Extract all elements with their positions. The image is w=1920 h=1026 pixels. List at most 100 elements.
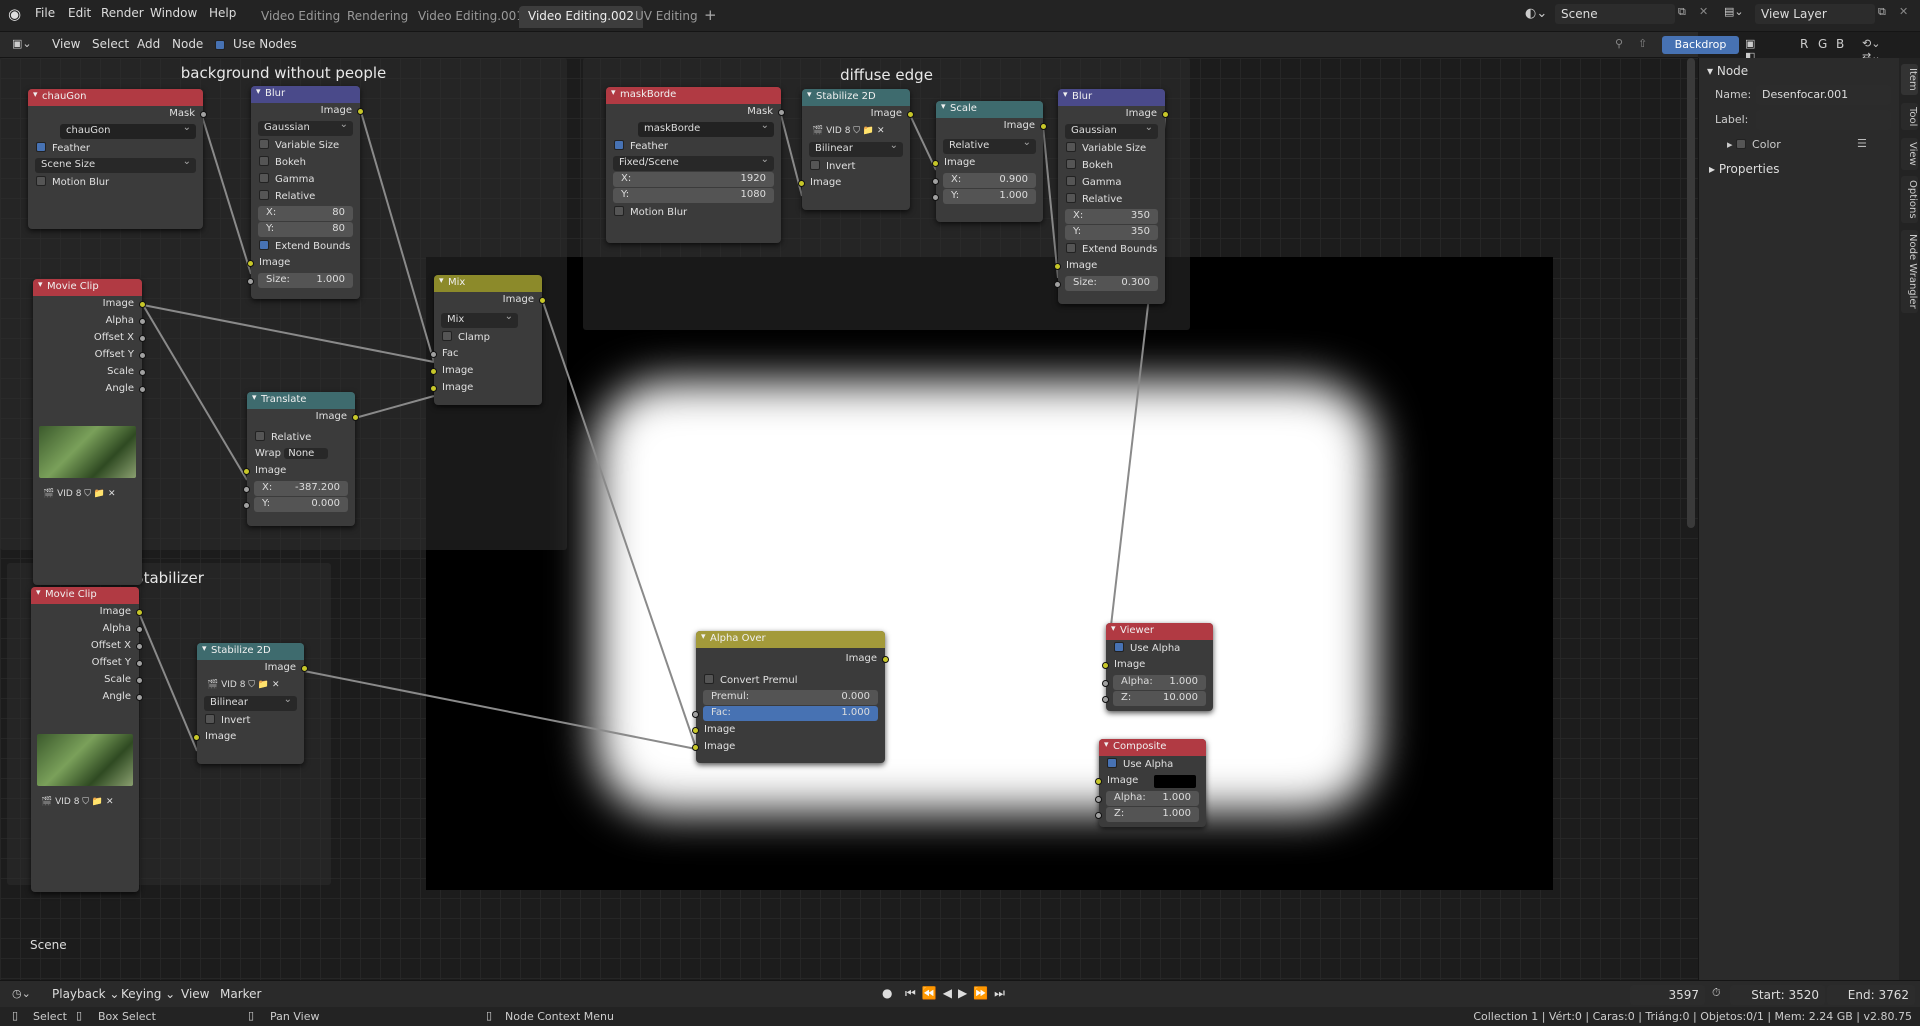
tab-item[interactable]: Item	[1901, 64, 1918, 95]
node-header[interactable]: Mix	[434, 275, 542, 292]
y-field[interactable]: Y: 80	[258, 222, 353, 237]
y-field[interactable]: Y: 1080	[613, 188, 774, 203]
clip-selector[interactable]: 🎬 VID 8 ⛉ 📁 ✕	[203, 679, 298, 694]
node-section-header[interactable]: ▾ Node	[1707, 64, 1748, 78]
parent-node-icon[interactable]: ⇧	[1638, 37, 1647, 50]
blend-mode-dropdown[interactable]: Mix	[441, 311, 518, 328]
gamma-checkbox[interactable]: Gamma	[251, 171, 360, 188]
node-name-field[interactable]: Desenfocar.001	[1756, 85, 1891, 105]
variable-size-checkbox[interactable]: Variable Size	[251, 137, 360, 154]
node-movie-clip-1[interactable]: Movie Clip Image Alpha Offset X Offset Y…	[33, 279, 146, 585]
delete-view-layer-icon[interactable]: ✕	[1899, 5, 1908, 18]
y-field[interactable]: Y: 350	[1065, 225, 1158, 240]
end-frame-field[interactable]: End: 3762	[1827, 985, 1915, 1005]
editor-type-icon[interactable]: ▣⌄	[12, 37, 32, 50]
feather-checkbox[interactable]: Feather	[28, 140, 203, 157]
alpha-field[interactable]: Alpha: 1.000	[1095, 791, 1199, 806]
filter-type-dropdown[interactable]: Gaussian	[1065, 122, 1158, 139]
view-layer-field[interactable]: View Layer	[1755, 4, 1875, 24]
node-editor[interactable]: background without people diffuse edge S…	[0, 58, 1698, 980]
delete-scene-icon[interactable]: ✕	[1699, 5, 1708, 18]
y-field[interactable]: Y: 0.000	[243, 497, 348, 512]
tab-node-wrangler[interactable]: Node Wrangler	[1901, 230, 1918, 313]
node-header[interactable]: chauGon	[28, 89, 203, 106]
node-header[interactable]: Movie Clip	[33, 279, 142, 296]
filter-dropdown[interactable]: Bilinear	[204, 694, 297, 711]
wrap-row[interactable]: Wrap None	[247, 446, 355, 463]
bokeh-checkbox[interactable]: Bokeh	[251, 154, 360, 171]
mask-selector[interactable]: maskBorde	[638, 120, 774, 137]
node-header[interactable]: Composite	[1099, 739, 1206, 756]
node-composite[interactable]: Composite Use Alpha Image Alpha:1.000 Z:…	[1095, 739, 1206, 827]
z-field[interactable]: Z: 1.000	[1095, 807, 1199, 822]
pin-icon[interactable]: ⚲	[1615, 37, 1623, 50]
node-stabilize-2d-2[interactable]: Stabilize 2D Image 🎬 VID 8 ⛉ 📁 ✕ Bilinea…	[193, 643, 308, 764]
node-mix[interactable]: Mix Image Mix Clamp Fac Image Image	[430, 275, 546, 405]
node-viewer[interactable]: Viewer Use Alpha Image Alpha:1.000 Z:10.…	[1102, 623, 1213, 711]
menu-playback[interactable]: Playback ⌄	[52, 987, 119, 1001]
use-alpha-checkbox[interactable]: Use Alpha	[1106, 640, 1213, 657]
node-blur-2[interactable]: Blur Image Gaussian Variable Size Bokeh …	[1054, 89, 1169, 304]
node-alpha-over[interactable]: Alpha Over Image Convert Premul Premul:0…	[692, 631, 889, 763]
node-blur-1[interactable]: Blur Image Gaussian Variable Size Bokeh …	[247, 86, 364, 299]
playback-controls-icon[interactable]: ⏮⏪◀▶⏩⏭	[905, 986, 1011, 1001]
convert-premul-checkbox[interactable]: Convert Premul	[696, 672, 885, 689]
fac-field[interactable]: Fac: 1.000	[692, 706, 878, 721]
use-alpha-checkbox[interactable]: Use Alpha	[1099, 756, 1206, 773]
extend-bounds-checkbox[interactable]: Extend Bounds	[1058, 241, 1165, 258]
filter-dropdown[interactable]: Bilinear	[809, 140, 903, 157]
invert-checkbox[interactable]: Invert	[802, 158, 910, 175]
premul-field[interactable]: Premul: 0.000	[703, 690, 878, 705]
new-view-layer-icon[interactable]: ⧉	[1878, 5, 1886, 19]
node-movie-clip-2[interactable]: Movie Clip Image Alpha Offset X Offset Y…	[31, 587, 143, 892]
node-chaugon-mask[interactable]: chauGon Mask chauGon Feather Scene Size …	[28, 89, 207, 229]
extend-bounds-checkbox[interactable]: Extend Bounds	[251, 238, 360, 255]
node-translate[interactable]: Translate Image Relative Wrap None Image…	[243, 392, 359, 526]
new-scene-icon[interactable]: ⧉	[1678, 5, 1686, 19]
menu-timeline-view[interactable]: View	[181, 987, 209, 1001]
clip-selector[interactable]: 🎬 VID 8 ⛉ 📁 ✕	[37, 796, 133, 811]
node-header[interactable]: Scale	[936, 101, 1043, 118]
menu-keying[interactable]: Keying ⌄	[121, 987, 175, 1001]
node-header[interactable]: Blur	[251, 86, 360, 103]
menu-help[interactable]: Help	[209, 6, 236, 20]
node-header[interactable]: maskBorde	[606, 87, 781, 104]
scene-field[interactable]: Scene	[1555, 4, 1675, 24]
x-field[interactable]: X: 0.900	[932, 173, 1036, 188]
backdrop-channel-b[interactable]: B	[1836, 37, 1844, 51]
use-nodes-checkbox[interactable]	[215, 39, 231, 52]
relative-checkbox[interactable]: Relative	[251, 188, 360, 205]
y-field[interactable]: Y: 1.000	[932, 189, 1036, 204]
backdrop-toggle-button[interactable]: Backdrop	[1662, 36, 1739, 54]
size-mode-dropdown[interactable]: Scene Size	[35, 156, 196, 173]
color-subpanel[interactable]: ▸ Color	[1727, 138, 1781, 151]
node-header[interactable]: Translate	[247, 392, 355, 409]
scale-mode-dropdown[interactable]: Relative	[943, 137, 1036, 154]
feather-checkbox[interactable]: Feather	[606, 138, 781, 155]
node-label-field[interactable]	[1756, 110, 1891, 130]
size-field[interactable]: Size: 0.300	[1054, 276, 1158, 291]
tab-video-editing-002[interactable]: Video Editing.002	[519, 6, 643, 28]
gamma-checkbox[interactable]: Gamma	[1058, 174, 1165, 191]
filter-type-dropdown[interactable]: Gaussian	[258, 119, 353, 136]
menu-file[interactable]: File	[35, 6, 55, 20]
node-header[interactable]: Stabilize 2D	[802, 89, 910, 106]
menu-add[interactable]: Add	[137, 37, 160, 51]
bokeh-checkbox[interactable]: Bokeh	[1058, 157, 1165, 174]
menu-view[interactable]: View	[52, 37, 80, 51]
x-field[interactable]: X: -387.200	[243, 481, 348, 496]
add-workspace-icon[interactable]: +	[704, 6, 717, 24]
backdrop-channel-r[interactable]: R	[1800, 37, 1808, 51]
clip-selector[interactable]: 🎬 VID 8 ⛉ 📁 ✕	[39, 488, 136, 503]
properties-section-header[interactable]: ▸ Properties	[1709, 162, 1780, 176]
menu-select[interactable]: Select	[92, 37, 129, 51]
mask-selector[interactable]: chauGon	[60, 122, 196, 139]
record-icon[interactable]: ●	[882, 986, 892, 1000]
clamp-checkbox[interactable]: Clamp	[434, 329, 542, 346]
x-field[interactable]: X: 350	[1065, 209, 1158, 224]
tab-view[interactable]: View	[1901, 138, 1918, 170]
relative-checkbox[interactable]: Relative	[247, 429, 355, 446]
clip-selector[interactable]: 🎬 VID 8 ⛉ 📁 ✕	[808, 125, 904, 140]
tab-rendering[interactable]: Rendering	[338, 6, 417, 28]
menu-node[interactable]: Node	[172, 37, 203, 51]
